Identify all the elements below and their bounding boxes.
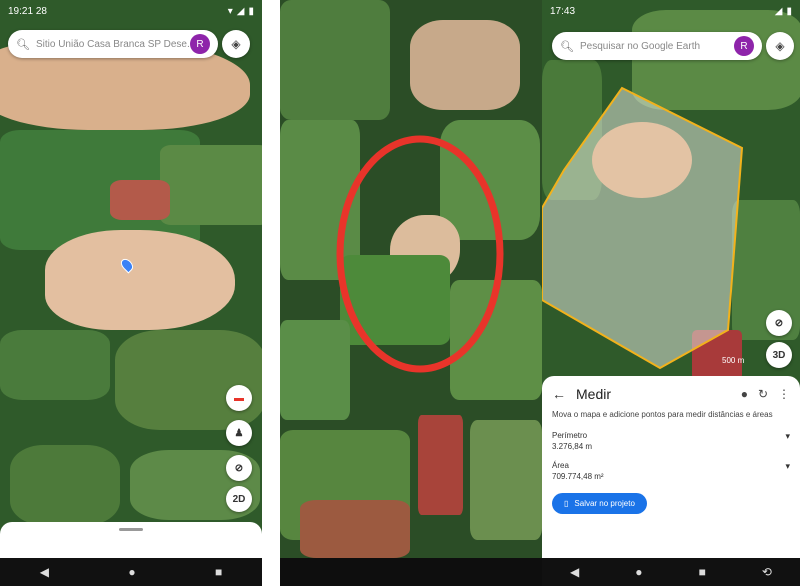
area-row[interactable]: Área 709.774,48 m² ▾ <box>542 457 800 487</box>
status-bar: 17:43 ◢ ▮ <box>542 0 800 22</box>
signal-icon: ◢ <box>236 6 245 17</box>
search-bar[interactable]: 🔍︎ Pesquisar no Google Earth R <box>552 32 762 60</box>
rotate-nav-icon[interactable]: ⟲ <box>762 565 772 579</box>
area-label: Área <box>552 461 569 470</box>
bookmark-icon: ▯ <box>564 499 569 508</box>
status-extra: 28 <box>35 6 47 17</box>
perimeter-value: 3.276,84 m <box>552 442 593 451</box>
status-time: 19:21 <box>8 6 34 17</box>
satellite-map-1[interactable] <box>0 0 262 586</box>
pin-icon[interactable]: ● <box>741 387 748 401</box>
tan-field <box>592 122 692 198</box>
view-3d-button[interactable]: 3D <box>766 342 792 368</box>
scale-bar: 500 m <box>722 356 745 365</box>
avatar[interactable]: R <box>734 36 754 56</box>
search-text: Sitio União Casa Branca SP Dese... <box>35 38 190 50</box>
android-nav-bar: ◀ ● ■ <box>0 558 262 586</box>
home-nav-icon[interactable]: ● <box>635 565 642 579</box>
search-input[interactable]: Pesquisar no Google Earth <box>580 41 734 52</box>
battery-icon: ▮ <box>248 6 254 17</box>
north-icon[interactable]: ⊘ <box>226 455 252 481</box>
annotation-layer <box>336 135 504 373</box>
perimeter-row[interactable]: Perímetro 3.276,84 m ▾ <box>542 427 800 457</box>
more-icon[interactable]: ⋮ <box>778 387 790 401</box>
undo-icon[interactable]: ↻ <box>758 387 768 401</box>
view-2d-button[interactable]: 2D <box>226 486 252 512</box>
battery-icon: ▮ <box>786 6 792 17</box>
chevron-down-icon[interactable]: ▾ <box>785 461 790 472</box>
panel-satellite-annotated <box>280 0 542 586</box>
search-icon: 🔍︎ <box>560 40 574 53</box>
wifi-icon: ▾ <box>227 6 233 17</box>
back-nav-icon[interactable]: ◀ <box>40 565 49 579</box>
search-icon: 🔍︎ <box>16 38 30 51</box>
panel-measure-view: 17:43 ◢ ▮ 🔍︎ Pesquisar no Google Earth R … <box>542 0 800 586</box>
status-icons: ◢ ▮ <box>774 6 792 17</box>
north-icon[interactable]: ⊘ <box>766 310 792 336</box>
panel-earth-view-1: 19:21 28 ▾ ◢ ▮ 🔍︎ Sitio União Casa Branca … <box>0 0 262 586</box>
nav-bar-strip <box>280 558 542 586</box>
measure-sheet: ← Medir ● ↻ ⋮ Mova o mapa e adicione pon… <box>542 376 800 558</box>
bottom-sheet-collapsed[interactable] <box>0 522 262 558</box>
layers-icon[interactable]: ◈ <box>222 30 250 58</box>
search-bar[interactable]: 🔍︎ Sitio União Casa Branca SP Dese... R <box>8 30 218 58</box>
measure-title: Medir <box>576 386 612 402</box>
save-project-label: Salvar no projeto <box>574 499 635 508</box>
android-nav-bar: ◀ ● ■ ⟲ <box>542 558 800 586</box>
measure-hint: Mova o mapa e adicione pontos para medir… <box>552 410 773 419</box>
recents-nav-icon[interactable]: ■ <box>215 565 222 579</box>
signal-icon: ◢ <box>774 6 783 17</box>
back-nav-icon[interactable]: ◀ <box>570 565 579 579</box>
layers-icon[interactable]: ◈ <box>766 32 794 60</box>
save-project-button[interactable]: ▯ Salvar no projeto <box>552 493 647 514</box>
red-circle-annotation <box>336 135 504 373</box>
avatar[interactable]: R <box>190 34 210 54</box>
area-value: 709.774,48 m² <box>552 472 604 481</box>
back-icon[interactable]: ← <box>552 386 566 402</box>
compass-icon[interactable]: ▬ <box>226 385 252 411</box>
pegman-icon[interactable]: ♟ <box>226 420 252 446</box>
recents-nav-icon[interactable]: ■ <box>699 565 706 579</box>
status-bar: 19:21 28 ▾ ◢ ▮ <box>0 0 262 22</box>
home-nav-icon[interactable]: ● <box>128 565 135 579</box>
perimeter-label: Perímetro <box>552 431 588 440</box>
chevron-down-icon[interactable]: ▾ <box>785 431 790 442</box>
sheet-handle[interactable] <box>119 528 143 531</box>
status-time: 17:43 <box>550 6 576 17</box>
status-icons: ▾ ◢ ▮ <box>227 6 254 17</box>
